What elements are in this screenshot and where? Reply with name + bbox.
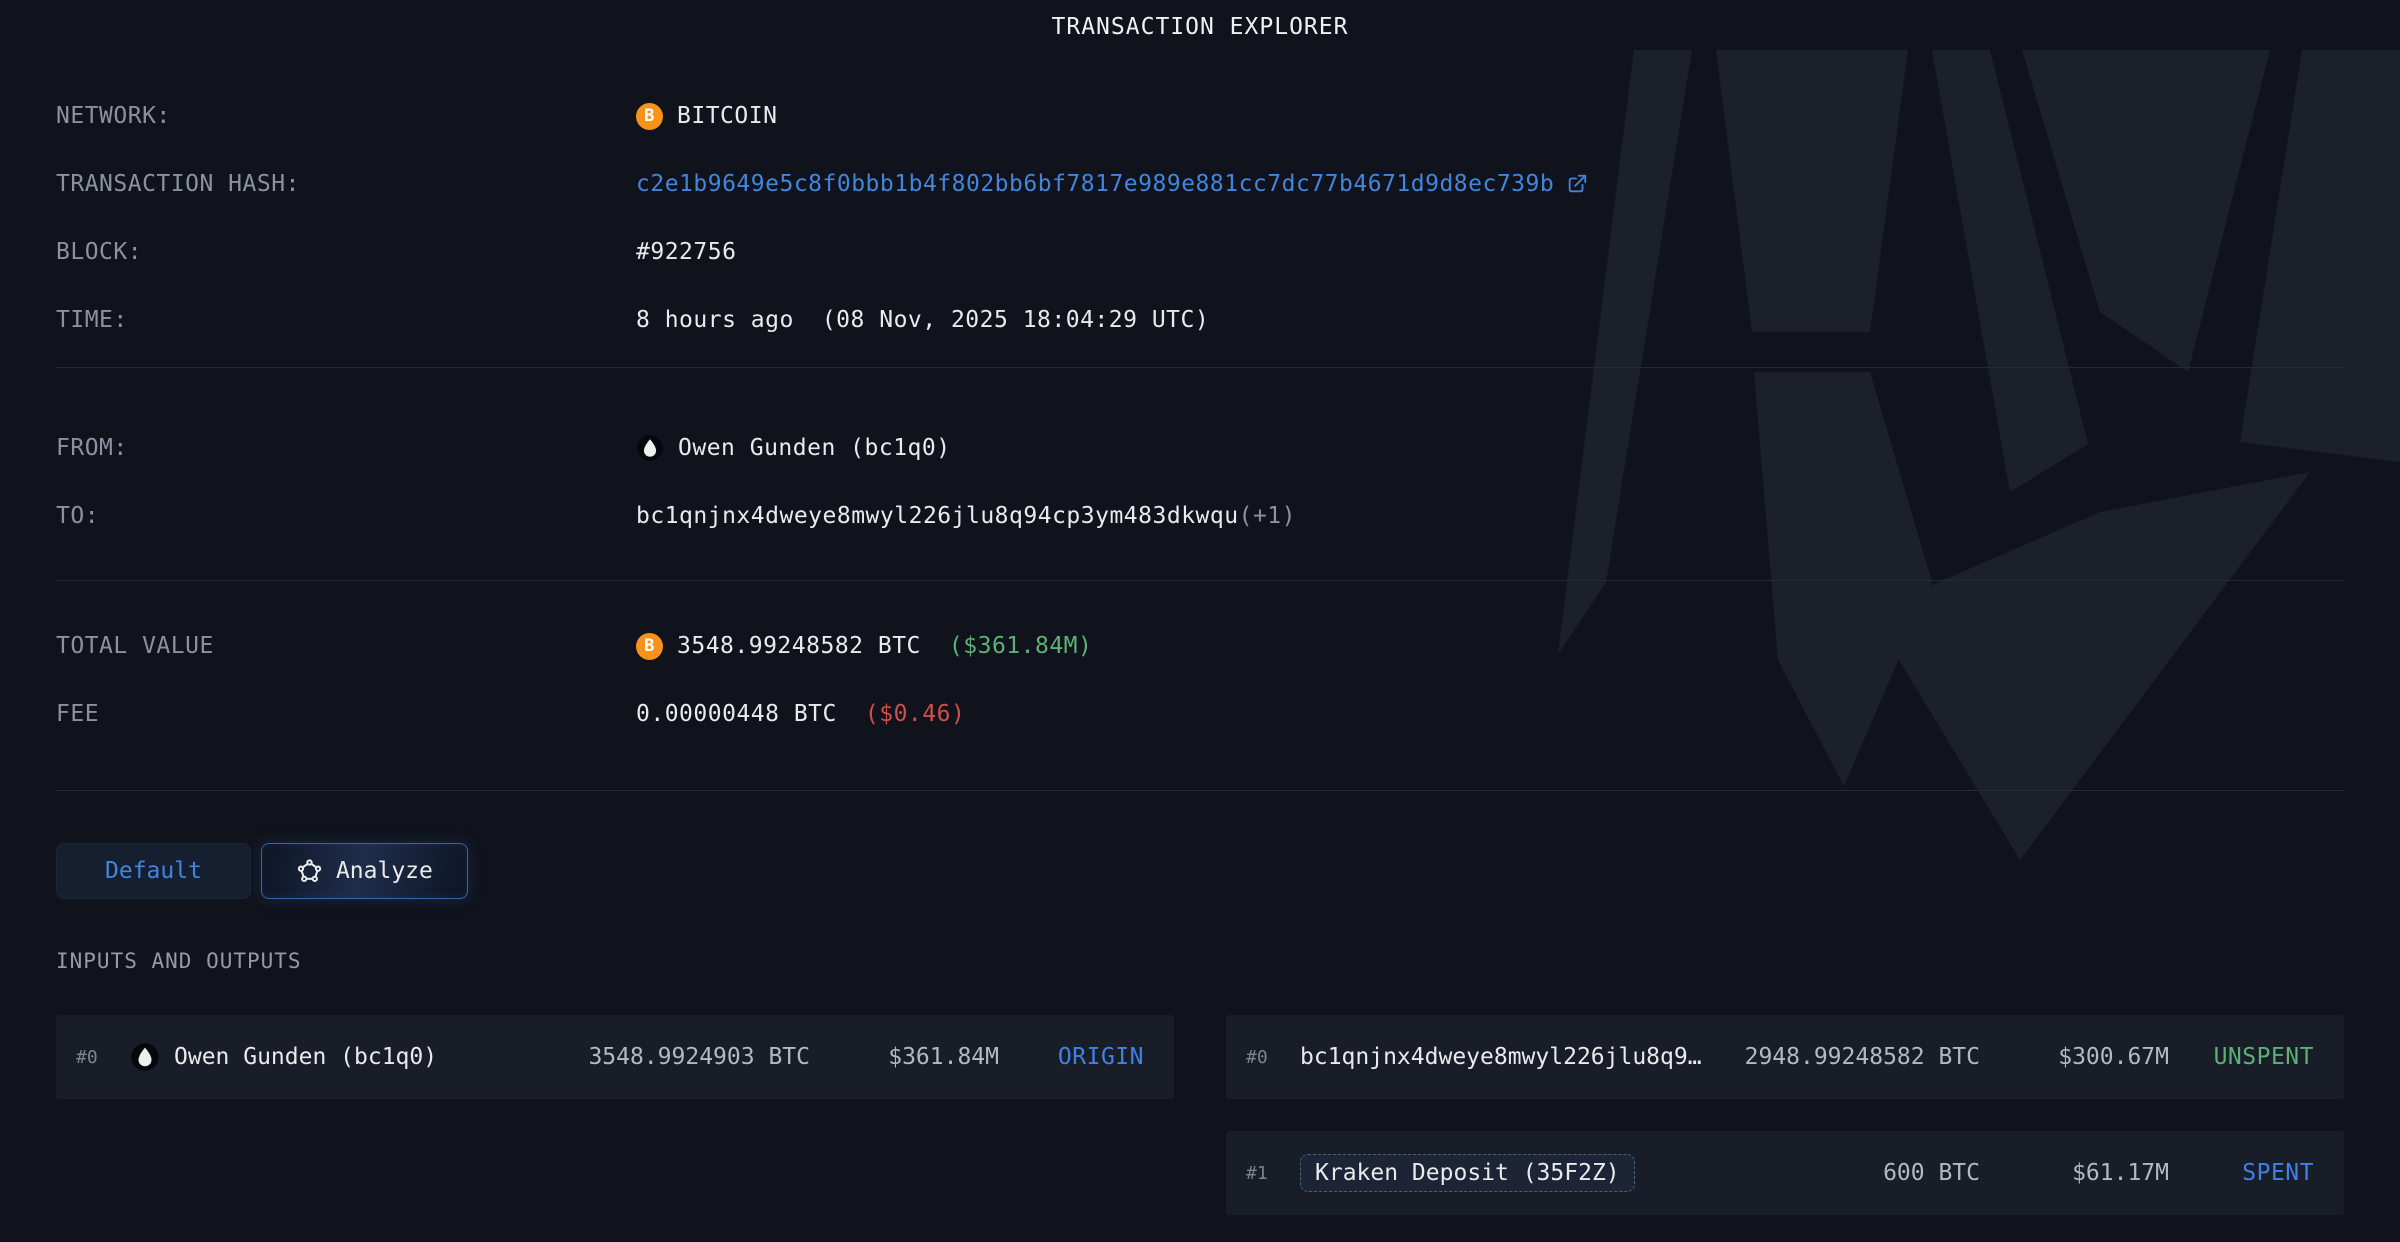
inputs-outputs-heading: INPUTS AND OUTPUTS	[56, 949, 302, 973]
network-label: NETWORK:	[56, 103, 171, 129]
tx-value-section: TOTAL VALUE B 3548.99248582 BTC ($361.84…	[56, 612, 2344, 748]
droplet-avatar-icon	[636, 434, 664, 462]
network-value: BITCOIN	[677, 103, 778, 129]
hash-row: TRANSACTION HASH: c2e1b9649e5c8f0bbb1b4f…	[56, 150, 2344, 218]
io-row-status[interactable]: SPENT	[2179, 1160, 2314, 1186]
total-value-usd: ($361.84M)	[948, 633, 1093, 659]
io-row-index: #1	[1246, 1162, 1268, 1184]
fee-btc: 0.00000448 BTC	[636, 701, 837, 727]
time-label: TIME:	[56, 307, 128, 333]
fee-row: FEE 0.00000448 BTC ($0.46)	[56, 680, 2344, 748]
from-label: FROM:	[56, 435, 128, 461]
io-row-name[interactable]: Kraken Deposit (35F2Z)	[1300, 1154, 1635, 1192]
droplet-avatar-icon	[130, 1042, 160, 1072]
outputs-list: #0 bc1qnjnx4dweye8mwyl226jlu8q9… 2948.99…	[1226, 1015, 2344, 1215]
tab-analyze[interactable]: Analyze	[260, 843, 468, 899]
io-row[interactable]: #1 Kraken Deposit (35F2Z) 600 BTC $61.17…	[1226, 1131, 2344, 1215]
io-row-status[interactable]: ORIGIN	[1009, 1044, 1144, 1070]
inputs-list: #0 Owen Gunden (bc1q0) 3548.9924903 BTC …	[56, 1015, 1174, 1099]
divider	[56, 790, 2344, 791]
page-title: TRANSACTION EXPLORER	[1051, 14, 1349, 40]
to-extra-count: (+1)	[1238, 503, 1296, 529]
time-absolute: (08 Nov, 2025 18:04:29 UTC)	[821, 307, 1210, 333]
to-row: TO: bc1qnjnx4dweye8mwyl226jlu8q94cp3ym48…	[56, 482, 2344, 550]
io-row[interactable]: #0 bc1qnjnx4dweye8mwyl226jlu8q9… 2948.99…	[1226, 1015, 2344, 1099]
to-address-link[interactable]: bc1qnjnx4dweye8mwyl226jlu8q94cp3ym483dkw…	[636, 503, 1239, 529]
block-row: BLOCK: #922756	[56, 218, 2344, 286]
io-row-btc-amount: 3548.9924903 BTC	[588, 1044, 810, 1070]
io-row-name[interactable]: Owen Gunden (bc1q0)	[174, 1044, 437, 1070]
transaction-hash-value[interactable]: c2e1b9649e5c8f0bbb1b4f802bb6bf7817e989e8…	[636, 171, 1554, 197]
io-row-index: #0	[76, 1046, 98, 1068]
block-label: BLOCK:	[56, 239, 143, 265]
to-label: TO:	[56, 503, 100, 529]
tab-analyze-label: Analyze	[335, 858, 433, 884]
time-relative: 8 hours ago	[636, 307, 794, 333]
io-row-usd-amount: $361.84M	[888, 1044, 999, 1070]
view-mode-tabs: Default Analyze	[56, 843, 2344, 899]
io-row-btc-amount: 600 BTC	[1883, 1160, 1980, 1186]
transaction-hash-link[interactable]: c2e1b9649e5c8f0bbb1b4f802bb6bf7817e989e8…	[636, 171, 1588, 197]
analyze-graph-icon	[297, 858, 322, 882]
io-row[interactable]: #0 Owen Gunden (bc1q0) 3548.9924903 BTC …	[56, 1015, 1174, 1099]
io-row-status[interactable]: UNSPENT	[2179, 1044, 2314, 1070]
network-row: NETWORK: B BITCOIN	[56, 82, 2344, 150]
tx-parties-section: FROM: Owen Gunden (bc1q0) TO: bc1qnjnx4d…	[56, 414, 2344, 550]
io-row-name[interactable]: bc1qnjnx4dweye8mwyl226jlu8q9…	[1300, 1044, 1702, 1070]
fee-usd: ($0.46)	[864, 701, 966, 727]
tab-default-label: Default	[105, 858, 202, 884]
divider	[56, 367, 2344, 368]
bitcoin-icon: B	[636, 102, 663, 130]
divider	[56, 580, 2344, 581]
io-row-usd-amount: $61.17M	[2072, 1160, 2169, 1186]
inputs-outputs-tables: #0 Owen Gunden (bc1q0) 3548.9924903 BTC …	[56, 1015, 2344, 1215]
from-row: FROM: Owen Gunden (bc1q0)	[56, 414, 2344, 482]
io-row-btc-amount: 2948.99248582 BTC	[1744, 1044, 1980, 1070]
from-entity-link[interactable]: Owen Gunden (bc1q0)	[678, 435, 951, 461]
external-link-icon[interactable]	[1566, 173, 1588, 195]
transaction-explorer-page: TRANSACTION EXPLORER NETWORK: B BITCOIN …	[0, 0, 2400, 1242]
io-row-index: #0	[1246, 1046, 1268, 1068]
block-value: #922756	[636, 239, 737, 265]
tab-default[interactable]: Default	[56, 843, 251, 899]
time-row: TIME: 8 hours ago (08 Nov, 2025 18:04:29…	[56, 286, 2344, 354]
fee-label: FEE	[56, 701, 100, 727]
bitcoin-icon: B	[636, 632, 663, 660]
total-value-label: TOTAL VALUE	[56, 633, 214, 659]
tx-summary-section: NETWORK: B BITCOIN TRANSACTION HASH: c2e…	[56, 82, 2344, 354]
total-value-btc: 3548.99248582 BTC	[677, 633, 921, 659]
hash-label: TRANSACTION HASH:	[56, 171, 300, 197]
io-row-usd-amount: $300.67M	[2058, 1044, 2169, 1070]
total-value-row: TOTAL VALUE B 3548.99248582 BTC ($361.84…	[56, 612, 2344, 680]
